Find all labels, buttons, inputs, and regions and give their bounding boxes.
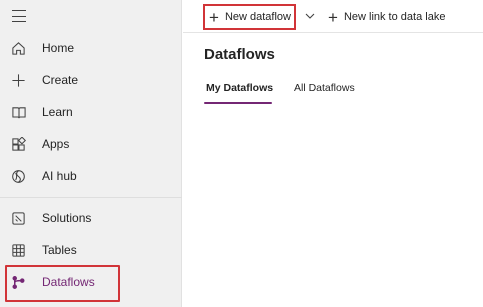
tab-my-dataflows[interactable]: My Dataflows: [206, 82, 273, 94]
tab-all-dataflows[interactable]: All Dataflows: [294, 82, 355, 94]
table-icon: [10, 242, 27, 259]
chevron-down-icon[interactable]: [304, 9, 316, 23]
sidebar-item-ai-hub[interactable]: AI hub: [0, 160, 182, 192]
new-link-to-data-lake-button[interactable]: + New link to data lake: [328, 4, 445, 30]
sidebar-item-apps[interactable]: Apps: [0, 128, 182, 160]
sidebar-item-label: Create: [42, 73, 79, 87]
home-icon: [10, 40, 27, 57]
new-link-label: New link to data lake: [343, 11, 446, 23]
plus-icon: [10, 72, 27, 89]
sidebar-item-label: Apps: [42, 137, 70, 151]
plus-icon: +: [328, 7, 338, 27]
active-tab-indicator: [204, 102, 272, 104]
sidebar-item-solutions[interactable]: Solutions: [0, 202, 182, 234]
sidebar-item-label: Solutions: [42, 211, 92, 225]
apps-icon: [10, 136, 27, 153]
sidebar-item-home[interactable]: Home: [0, 32, 182, 64]
hamburger-menu-icon[interactable]: [11, 8, 27, 24]
sidebar-item-create[interactable]: Create: [0, 64, 182, 96]
sidebar-item-label: AI hub: [42, 169, 77, 183]
sidebar-item-label: Learn: [42, 105, 73, 119]
sidebar-item-label: Tables: [42, 243, 77, 257]
book-icon: [10, 104, 27, 121]
solutions-icon: [10, 210, 27, 227]
dataflows-highlight-box: [5, 265, 120, 302]
sidebar-item-learn[interactable]: Learn: [0, 96, 182, 128]
sidebar-item-label: Home: [42, 41, 75, 55]
plus-icon: +: [209, 7, 219, 27]
new-dataflow-button[interactable]: + New dataflow: [203, 4, 296, 30]
ai-hub-icon: [10, 168, 27, 185]
left-navigation: Home Create Learn Apps AI hub Solutions …: [0, 0, 182, 307]
sidebar-divider: [0, 197, 182, 198]
new-dataflow-label: New dataflow: [224, 11, 291, 23]
command-bar: + New dataflow + New link to data lake: [183, 0, 483, 33]
page-title: Dataflows: [204, 46, 275, 63]
sidebar-item-tables[interactable]: Tables: [0, 234, 182, 266]
